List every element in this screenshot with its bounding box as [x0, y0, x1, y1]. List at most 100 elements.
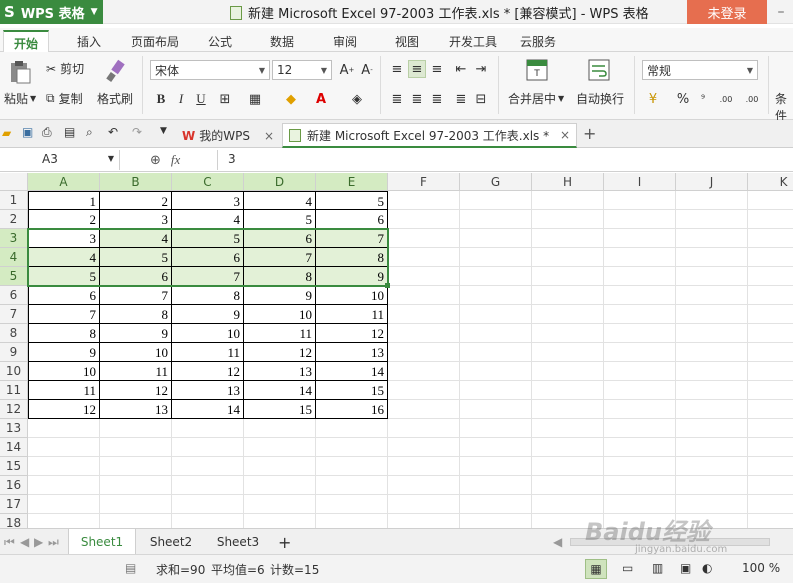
merge-center-icon[interactable]: T — [526, 58, 550, 82]
cell-a8[interactable]: 8 — [28, 324, 100, 343]
cell-g6[interactable] — [460, 286, 532, 305]
font-name-select[interactable]: 宋体 ▼ — [150, 60, 270, 80]
cell-b14[interactable] — [100, 438, 172, 457]
comma-button[interactable]: ⁹ — [694, 90, 712, 108]
minimize-icon[interactable]: – — [769, 0, 793, 24]
tab-cloud[interactable]: 云服务 — [520, 33, 556, 50]
cell-d12[interactable]: 15 — [244, 400, 316, 419]
row-header-3[interactable]: 3 — [0, 229, 28, 248]
cell-j10[interactable] — [676, 362, 748, 381]
cell-k6[interactable] — [748, 286, 793, 305]
tab-my-wps[interactable]: W 我的WPS × — [182, 123, 274, 148]
cell-c13[interactable] — [172, 419, 244, 438]
row-header-18[interactable]: 18 — [0, 514, 28, 528]
cell-b6[interactable]: 7 — [100, 286, 172, 305]
eye-protect-icon[interactable]: ◐ — [702, 561, 712, 575]
cell-h11[interactable] — [532, 381, 604, 400]
column-header-a[interactable]: A — [28, 173, 100, 191]
cell-e1[interactable]: 5 — [316, 191, 388, 210]
last-sheet-icon[interactable]: ⏭ — [48, 529, 59, 555]
cell-g10[interactable] — [460, 362, 532, 381]
cell-i16[interactable] — [604, 476, 676, 495]
grow-font-icon[interactable]: A + — [338, 61, 356, 79]
cell-b11[interactable]: 12 — [100, 381, 172, 400]
cell-c4[interactable]: 6 — [172, 248, 244, 267]
select-all-corner[interactable] — [0, 173, 28, 191]
cell-h3[interactable] — [532, 229, 604, 248]
cell-d14[interactable] — [244, 438, 316, 457]
cell-f14[interactable] — [388, 438, 460, 457]
row-header-6[interactable]: 6 — [0, 286, 28, 305]
cell-k9[interactable] — [748, 343, 793, 362]
cell-f11[interactable] — [388, 381, 460, 400]
cell-a1[interactable]: 1 — [28, 191, 100, 210]
cell-f9[interactable] — [388, 343, 460, 362]
cell-d7[interactable]: 10 — [244, 305, 316, 324]
cell-j2[interactable] — [676, 210, 748, 229]
undo-icon[interactable]: ↶ — [108, 125, 118, 139]
cell-g12[interactable] — [460, 400, 532, 419]
tab-review[interactable]: 审阅 — [333, 33, 357, 50]
column-header-j[interactable]: J — [676, 173, 748, 191]
cell-e11[interactable]: 15 — [316, 381, 388, 400]
cell-d6[interactable]: 9 — [244, 286, 316, 305]
cell-b10[interactable]: 11 — [100, 362, 172, 381]
cell-a2[interactable]: 2 — [28, 210, 100, 229]
cell-c9[interactable]: 11 — [172, 343, 244, 362]
cell-d2[interactable]: 5 — [244, 210, 316, 229]
cell-f15[interactable] — [388, 457, 460, 476]
cell-e8[interactable]: 12 — [316, 324, 388, 343]
cell-i15[interactable] — [604, 457, 676, 476]
cell-j9[interactable] — [676, 343, 748, 362]
cell-e15[interactable] — [316, 457, 388, 476]
column-header-d[interactable]: D — [244, 173, 316, 191]
cell-a10[interactable]: 10 — [28, 362, 100, 381]
cell-k13[interactable] — [748, 419, 793, 438]
cell-i14[interactable] — [604, 438, 676, 457]
cell-g16[interactable] — [460, 476, 532, 495]
cell-c12[interactable]: 14 — [172, 400, 244, 419]
cell-h10[interactable] — [532, 362, 604, 381]
cell-i2[interactable] — [604, 210, 676, 229]
cell-j5[interactable] — [676, 267, 748, 286]
cell-a4[interactable]: 4 — [28, 248, 100, 267]
login-button[interactable]: 未登录 — [687, 0, 767, 24]
tab-formulas[interactable]: 公式 — [208, 33, 232, 50]
row-header-16[interactable]: 16 — [0, 476, 28, 495]
sheet-tab-sheet1[interactable]: Sheet1 — [68, 529, 136, 555]
print-icon[interactable]: ⎙ — [42, 125, 52, 140]
cell-f8[interactable] — [388, 324, 460, 343]
prev-sheet-icon[interactable]: ◀ — [20, 529, 29, 555]
row-header-2[interactable]: 2 — [0, 210, 28, 229]
row-header-4[interactable]: 4 — [0, 248, 28, 267]
app-menu-button[interactable]: S WPS 表格 ▼ — [0, 0, 103, 24]
cell-k14[interactable] — [748, 438, 793, 457]
cell-a16[interactable] — [28, 476, 100, 495]
cell-b18[interactable] — [100, 514, 172, 528]
cell-j13[interactable] — [676, 419, 748, 438]
paste-button[interactable]: 粘贴 ▼ — [4, 90, 36, 107]
cell-h13[interactable] — [532, 419, 604, 438]
column-header-i[interactable]: I — [604, 173, 676, 191]
cell-j12[interactable] — [676, 400, 748, 419]
cell-b5[interactable]: 6 — [100, 267, 172, 286]
cell-e18[interactable] — [316, 514, 388, 528]
cell-h2[interactable] — [532, 210, 604, 229]
sheet-tab-sheet3[interactable]: Sheet3 — [207, 529, 269, 555]
spreadsheet-grid[interactable]: ABCDEFGHIJK11234522345633456744567855678… — [0, 173, 793, 528]
cell-h4[interactable] — [532, 248, 604, 267]
cell-d17[interactable] — [244, 495, 316, 514]
cell-h6[interactable] — [532, 286, 604, 305]
cell-b1[interactable]: 2 — [100, 191, 172, 210]
decrease-decimal-button[interactable]: .00 — [742, 90, 762, 108]
number-format-select[interactable]: 常规 ▼ — [642, 60, 758, 80]
cell-h1[interactable] — [532, 191, 604, 210]
cell-e6[interactable]: 10 — [316, 286, 388, 305]
column-header-h[interactable]: H — [532, 173, 604, 191]
align-middle-icon[interactable]: ≡ — [408, 60, 426, 78]
cell-k8[interactable] — [748, 324, 793, 343]
cell-c3[interactable]: 5 — [172, 229, 244, 248]
cell-k10[interactable] — [748, 362, 793, 381]
cell-k4[interactable] — [748, 248, 793, 267]
cell-b3[interactable]: 4 — [100, 229, 172, 248]
